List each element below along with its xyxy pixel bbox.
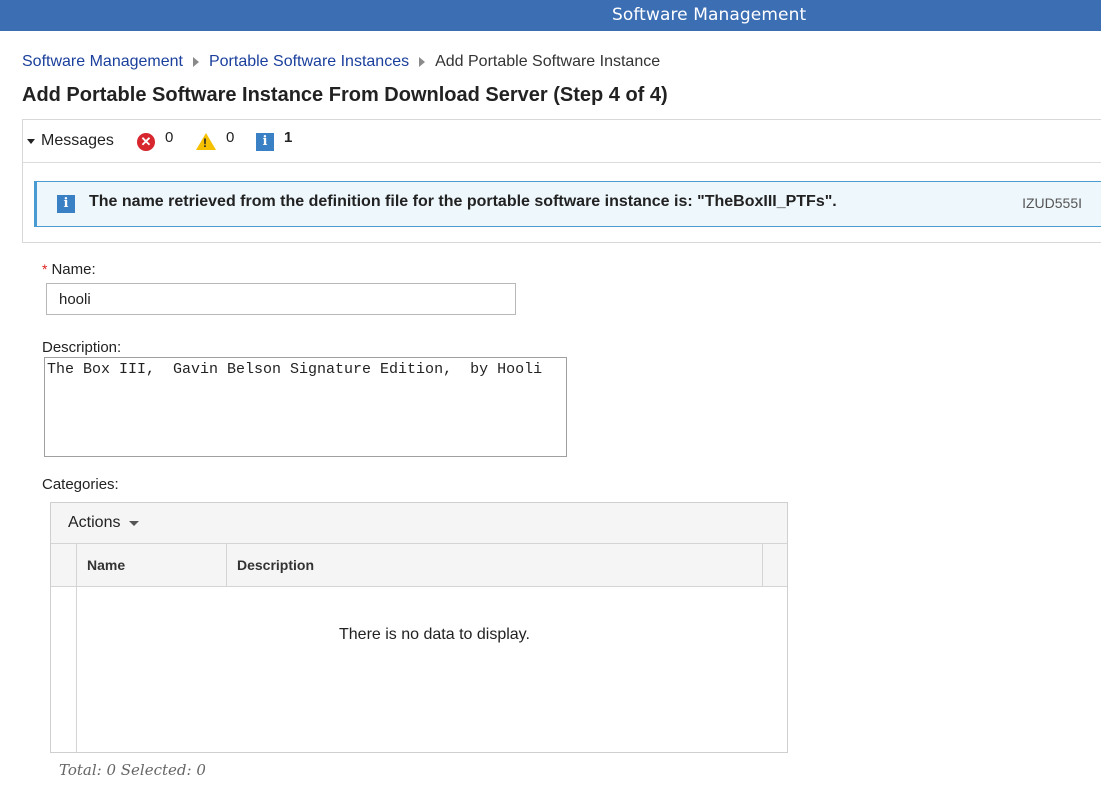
breadcrumb-link-portable-software-instances[interactable]: Portable Software Instances [209,53,409,71]
error-count: 0 [165,129,174,146]
breadcrumb-current: Add Portable Software Instance [435,53,661,70]
messages-header: Messages ✕ 0 ! 0 i 1 [23,120,1101,163]
error-counter[interactable]: ✕ 0 [137,129,174,151]
row-selector-gutter [51,587,77,752]
required-marker: * [42,261,48,277]
info-counter[interactable]: i 1 [256,129,293,151]
categories-label: Categories: [42,476,119,493]
info-message: i The name retrieved from the definition… [34,181,1101,227]
table-header: Name Description [51,544,787,587]
description-textarea[interactable]: The Box III, Gavin Belson Signature Edit… [44,357,567,457]
info-message-id[interactable]: IZUD555I [1022,195,1082,211]
select-all-column-header[interactable] [51,544,77,586]
column-header-name[interactable]: Name [77,544,227,586]
warning-counter[interactable]: ! 0 [196,129,235,150]
info-icon: i [57,195,75,213]
breadcrumb-link-software-management[interactable]: Software Management [22,53,183,71]
info-icon: i [256,133,274,151]
column-header-description[interactable]: Description [227,544,763,586]
page-title: Add Portable Software Instance From Down… [22,84,668,106]
error-icon: ✕ [137,133,155,151]
messages-toggle[interactable]: Messages [27,132,114,150]
info-count: 1 [284,129,293,146]
breadcrumb: Software Management Portable Software In… [22,53,660,71]
name-label: * Name: [42,261,96,278]
name-input[interactable] [46,283,516,315]
app-header: Software Management [0,0,1101,31]
messages-panel: Messages ✕ 0 ! 0 i 1 i The name retrieve… [22,119,1101,243]
chevron-down-icon [129,520,140,526]
messages-label: Messages [41,132,114,149]
breadcrumb-separator-icon [192,57,199,67]
actions-menu-button[interactable]: Actions [68,514,140,532]
warning-icon: ! [196,133,216,150]
collapse-triangle-icon [27,138,35,144]
info-message-text: The name retrieved from the definition f… [89,193,837,210]
actions-label: Actions [68,514,121,531]
empty-table-message: There is no data to display. [339,626,530,643]
description-label: Description: [42,339,122,356]
warning-count: 0 [226,129,235,146]
table-footer-summary: Total: 0 Selected: 0 [59,761,206,779]
table-toolbar: Actions [51,503,787,544]
categories-table: Actions Name Description There is no dat… [50,502,788,753]
breadcrumb-separator-icon [419,57,426,67]
app-title: Software Management [612,5,807,25]
